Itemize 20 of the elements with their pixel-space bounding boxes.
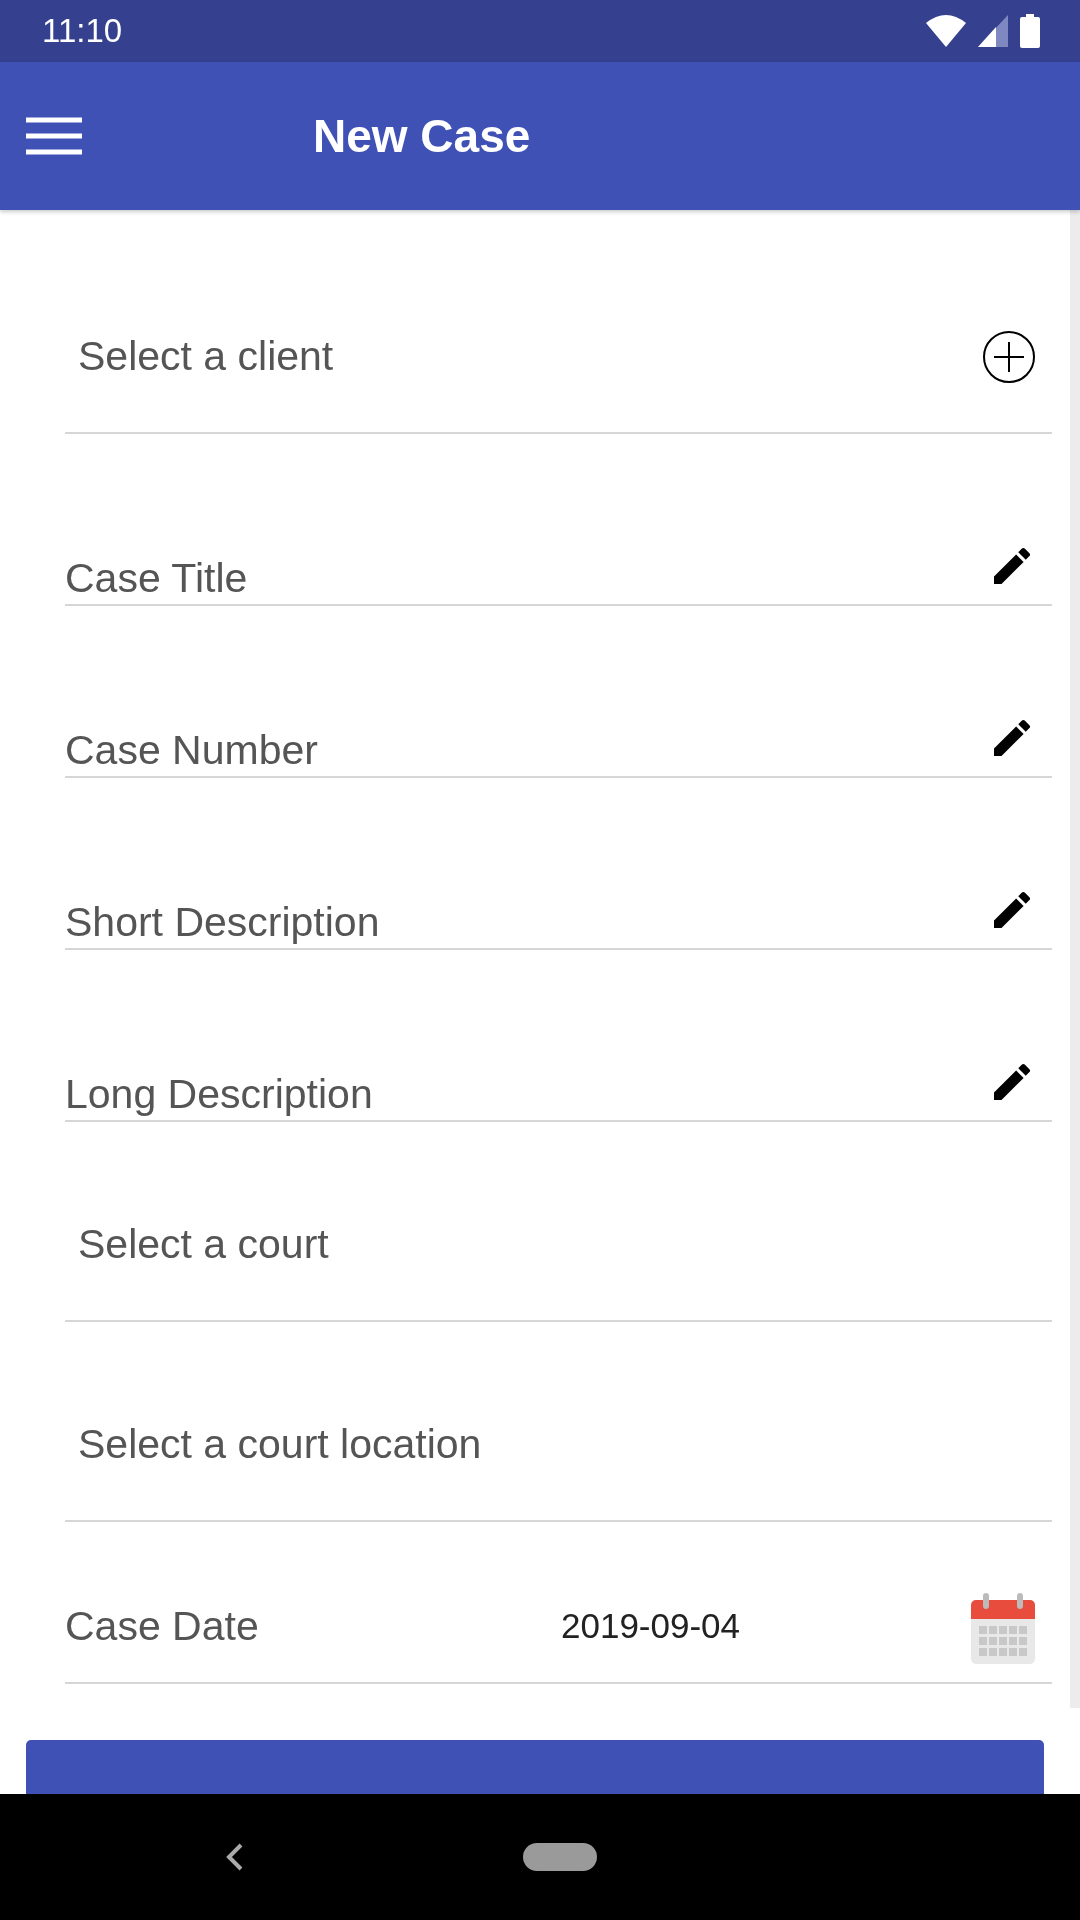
input-field[interactable]: Case Title xyxy=(65,555,988,604)
wifi-icon xyxy=(926,15,966,47)
date-label: Case Date xyxy=(65,1603,260,1650)
add-button[interactable] xyxy=(982,330,1036,384)
select-field[interactable]: Select a court location xyxy=(78,1421,1052,1468)
back-icon[interactable] xyxy=(225,1842,245,1872)
signal-icon xyxy=(978,15,1008,47)
clock: 11:10 xyxy=(42,12,123,50)
home-icon[interactable] xyxy=(523,1843,597,1871)
battery-icon xyxy=(1020,14,1040,48)
page-title: New Case xyxy=(313,109,531,163)
input-field[interactable]: Short Description xyxy=(65,899,988,948)
calendar-icon xyxy=(970,1592,1036,1666)
input-field[interactable]: Long Description xyxy=(65,1071,988,1120)
select-field[interactable]: Select a court xyxy=(78,1221,1052,1268)
input-field[interactable]: Case Number xyxy=(65,727,988,776)
date-value[interactable]: 2019-09-04 xyxy=(561,1606,970,1646)
add-icon xyxy=(982,330,1036,384)
client-select[interactable]: Select a client xyxy=(78,333,982,380)
date-picker-button[interactable] xyxy=(970,1592,1036,1666)
